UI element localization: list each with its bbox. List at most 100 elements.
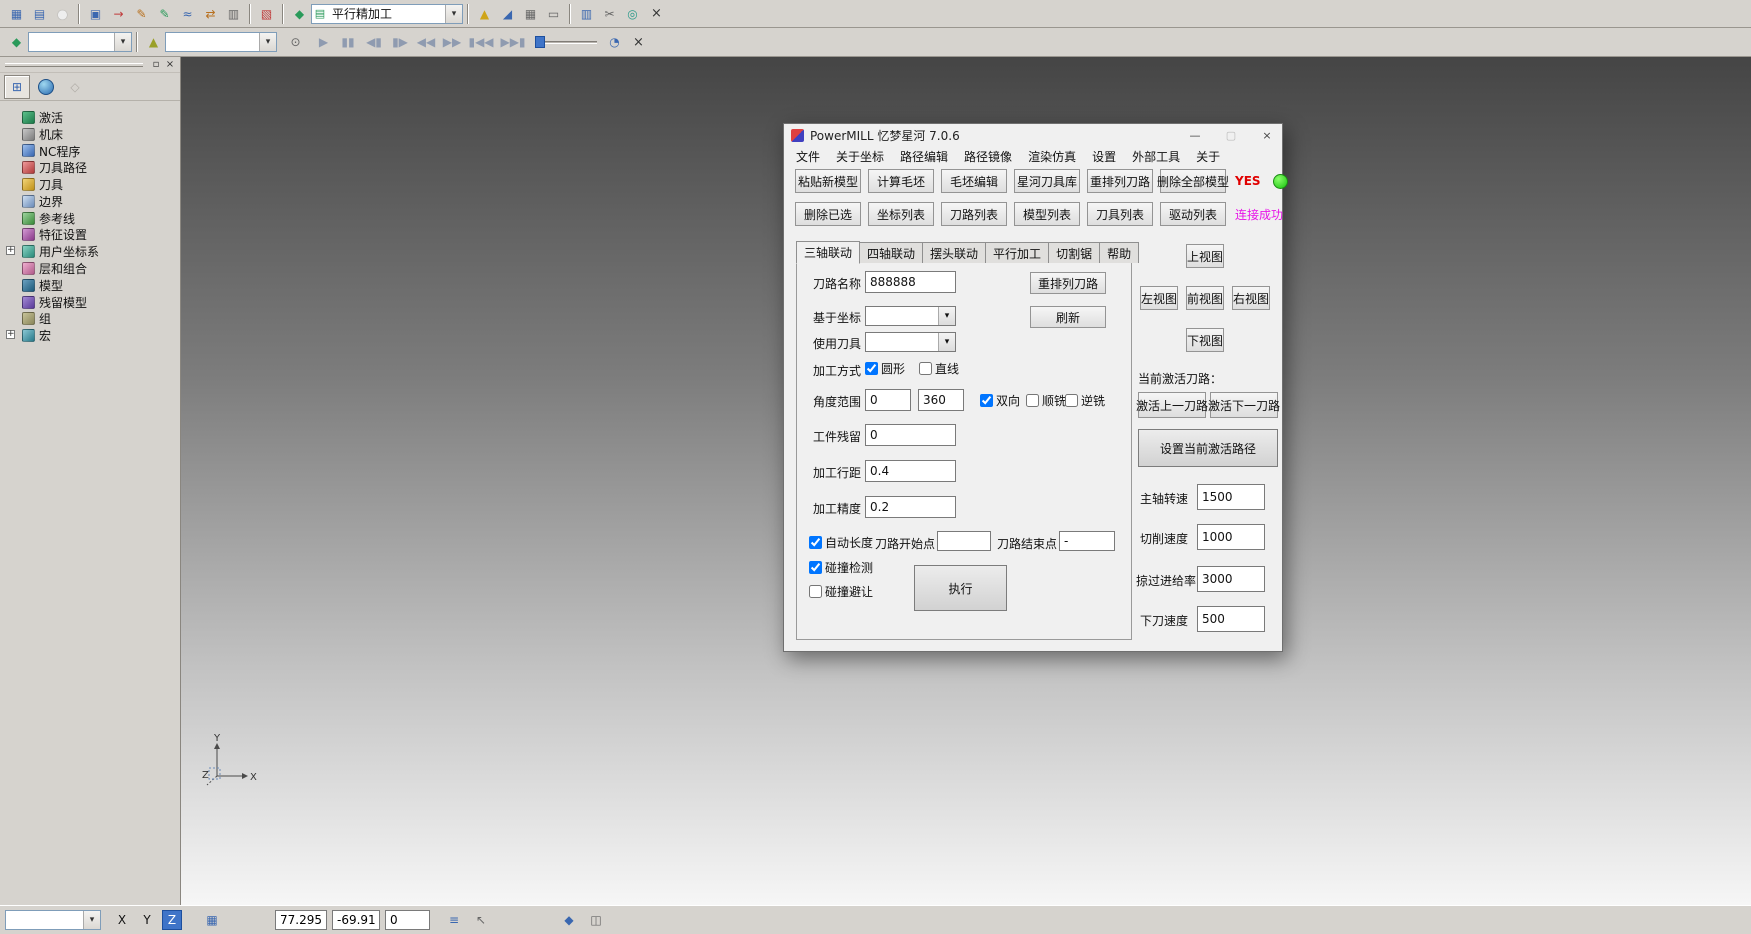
teapot-icon[interactable]: ● bbox=[52, 3, 73, 24]
simulation-icon[interactable]: ▲ bbox=[143, 32, 164, 53]
bidirectional-checkbox-input[interactable] bbox=[980, 394, 993, 407]
execute-button[interactable]: 执行 bbox=[914, 565, 1007, 611]
close-button[interactable]: × bbox=[1252, 124, 1282, 146]
menu-coords[interactable]: 关于坐标 bbox=[828, 148, 892, 165]
curve-icon[interactable]: ≈ bbox=[177, 3, 198, 24]
auto-length-checkbox-input[interactable] bbox=[809, 536, 822, 549]
plunge-feed-field[interactable] bbox=[1197, 606, 1265, 632]
menu-path-edit[interactable]: 路径编辑 bbox=[892, 148, 956, 165]
view-selector-dropdown[interactable]: ▾ bbox=[5, 910, 101, 930]
cutting-feed-field[interactable] bbox=[1197, 524, 1265, 550]
collision-avoid-checkbox[interactable]: 碰撞避让 bbox=[809, 583, 873, 600]
diamond-icon[interactable]: ◆ bbox=[558, 910, 580, 930]
axis-y-button[interactable]: Y bbox=[137, 910, 157, 930]
dialog-titlebar[interactable]: PowerMILL 忆梦星河 7.0.6 — ▢ × bbox=[784, 124, 1282, 146]
based-coord-dropdown[interactable]: ▾ bbox=[865, 306, 956, 326]
tab-help[interactable]: 帮助 bbox=[1099, 242, 1139, 263]
line-checkbox[interactable]: 直线 bbox=[919, 360, 959, 377]
simulation-dropdown[interactable]: ▾ bbox=[165, 32, 277, 52]
circle-checkbox[interactable]: 圆形 bbox=[865, 360, 905, 377]
view-top-button[interactable]: 上视图 bbox=[1186, 244, 1224, 268]
coord-x-field[interactable] bbox=[275, 910, 327, 930]
use-tool-dropdown[interactable]: ▾ bbox=[865, 332, 956, 352]
step-forward-icon[interactable]: ▮▶ bbox=[388, 32, 412, 53]
reorder-toolpath-button[interactable]: 重排列刀路 bbox=[1030, 272, 1106, 294]
toolpath-list-button[interactable]: 刀路列表 bbox=[941, 202, 1007, 226]
jump-end-icon[interactable]: ▶▶▮ bbox=[498, 32, 528, 53]
tab-4axis[interactable]: 四轴联动 bbox=[859, 242, 923, 263]
expand-icon[interactable]: + bbox=[6, 330, 15, 339]
auto-length-checkbox[interactable]: 自动长度 bbox=[809, 534, 873, 551]
block-edit-button[interactable]: 毛坯编辑 bbox=[941, 169, 1007, 193]
tree-item-models[interactable]: 模型 bbox=[2, 277, 180, 294]
angle-max-field[interactable] bbox=[918, 389, 964, 411]
refresh-button[interactable]: 刷新 bbox=[1030, 306, 1106, 328]
tree-item-levels-sets[interactable]: 层和组合 bbox=[2, 260, 180, 277]
blocks-icon[interactable]: ▦ bbox=[6, 3, 27, 24]
circle-checkbox-input[interactable] bbox=[865, 362, 878, 375]
menu-render-sim[interactable]: 渲染仿真 bbox=[1020, 148, 1084, 165]
end-point-field[interactable] bbox=[1059, 531, 1115, 551]
tool-list-button[interactable]: 刀具列表 bbox=[1087, 202, 1153, 226]
lightbulb-icon[interactable]: ⊙ bbox=[285, 32, 306, 53]
play-icon[interactable]: ▶ bbox=[313, 32, 334, 53]
jump-start-icon[interactable]: ▮◀◀ bbox=[466, 32, 496, 53]
cursor-tool-icon[interactable]: ↖ bbox=[470, 910, 492, 930]
pause-icon[interactable]: ▮▮ bbox=[336, 32, 360, 53]
tree-item-machine-tools[interactable]: 机床 bbox=[2, 126, 180, 143]
view-right-button[interactable]: 右视图 bbox=[1232, 286, 1270, 310]
menu-path-mirror[interactable]: 路径镜像 bbox=[956, 148, 1020, 165]
skim-feed-field[interactable] bbox=[1197, 566, 1265, 592]
pen-icon[interactable]: ✎ bbox=[131, 3, 152, 24]
maximize-button[interactable]: ▢ bbox=[1216, 124, 1246, 146]
panel-drag-handle[interactable] bbox=[5, 63, 143, 67]
strategy-icon[interactable]: ◆ bbox=[6, 32, 27, 53]
bidirectional-checkbox[interactable]: 双向 bbox=[980, 392, 1020, 409]
dropdown-arrow-icon[interactable]: ▾ bbox=[83, 911, 100, 929]
collision-avoid-checkbox-input[interactable] bbox=[809, 585, 822, 598]
model-list-button[interactable]: 模型列表 bbox=[1014, 202, 1080, 226]
explorer-tree-icon[interactable]: ⊞ bbox=[4, 75, 30, 99]
tree-item-macros[interactable]: +宏 bbox=[2, 327, 180, 344]
axis-x-button[interactable]: X bbox=[112, 910, 132, 930]
panel-close-icon[interactable]: × bbox=[163, 58, 177, 71]
dropdown-arrow-icon[interactable]: ▾ bbox=[938, 307, 955, 325]
tree-item-feature-sets[interactable]: 特征设置 bbox=[2, 227, 180, 244]
chart-icon[interactable]: ▥ bbox=[576, 3, 597, 24]
conventional-checkbox[interactable]: 逆铣 bbox=[1065, 392, 1105, 409]
coord-z-field[interactable] bbox=[385, 910, 430, 930]
menu-external-tools[interactable]: 外部工具 bbox=[1124, 148, 1188, 165]
toolbar-close-button[interactable]: × bbox=[648, 5, 665, 22]
tolerance-field[interactable] bbox=[865, 496, 956, 518]
panel-float-icon[interactable]: ▫ bbox=[149, 58, 163, 71]
tree-item-boundaries[interactable]: 边界 bbox=[2, 193, 180, 210]
set-current-active-path-button[interactable]: 设置当前激活路径 bbox=[1138, 429, 1278, 467]
tree-item-groups[interactable]: 组 bbox=[2, 311, 180, 328]
axis-z-button[interactable]: Z bbox=[162, 910, 182, 930]
strategy-icon[interactable]: ◆ bbox=[289, 3, 310, 24]
start-point-field[interactable] bbox=[937, 531, 991, 551]
tree-item-nc-programs[interactable]: NC程序 bbox=[2, 143, 180, 160]
tab-parallel[interactable]: 平行加工 bbox=[985, 242, 1049, 263]
view-left-button[interactable]: 左视图 bbox=[1140, 286, 1178, 310]
compute-block-button[interactable]: 计算毛坯 bbox=[868, 169, 934, 193]
tab-head[interactable]: 摆头联动 bbox=[922, 242, 986, 263]
collision-check-checkbox-input[interactable] bbox=[809, 561, 822, 574]
tab-saw[interactable]: 切割锯 bbox=[1048, 242, 1100, 263]
strategy-preset-dropdown[interactable]: ▤ 平行精加工 ▾ bbox=[311, 4, 463, 24]
clock-icon[interactable]: ◔ bbox=[604, 32, 625, 53]
collision-check-checkbox[interactable]: 碰撞检测 bbox=[809, 559, 873, 576]
save-icon[interactable]: ▤ bbox=[29, 3, 50, 24]
tree-item-patterns[interactable]: 参考线 bbox=[2, 210, 180, 227]
arrow-icon[interactable]: → bbox=[108, 3, 129, 24]
compare-icon[interactable]: ⇄ bbox=[200, 3, 221, 24]
tree-item-tools[interactable]: 刀具 bbox=[2, 176, 180, 193]
list-icon[interactable]: ≡ bbox=[443, 910, 465, 930]
dropdown-arrow-icon[interactable]: ▾ bbox=[114, 33, 131, 51]
menu-about[interactable]: 关于 bbox=[1188, 148, 1228, 165]
menu-file[interactable]: 文件 bbox=[788, 148, 828, 165]
stepover-field[interactable] bbox=[865, 460, 956, 482]
reorder-toolpaths-button[interactable]: 重排列刀路 bbox=[1087, 169, 1153, 193]
tree-item-activate[interactable]: 激活 bbox=[2, 109, 180, 126]
climb-checkbox-input[interactable] bbox=[1026, 394, 1039, 407]
